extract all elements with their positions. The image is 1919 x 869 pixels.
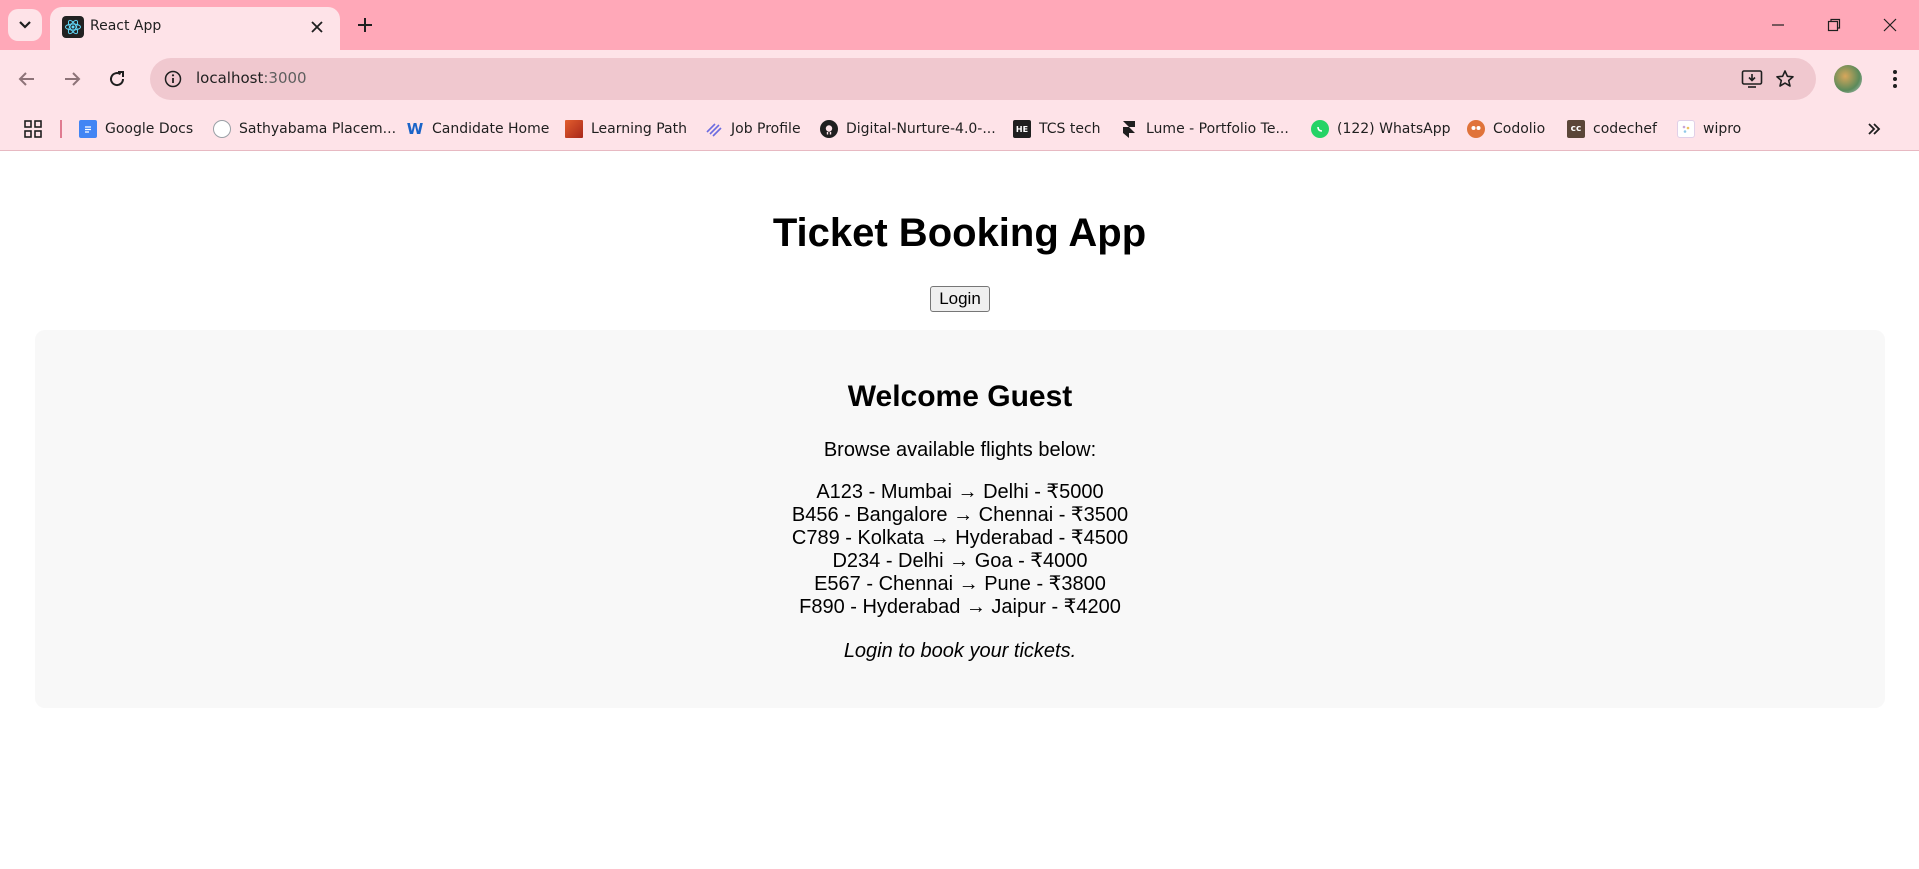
bookmark-codolio[interactable]: Codolio [1467,117,1545,141]
tab-search-button[interactable] [8,9,42,41]
bookmark-whatsapp[interactable]: (122) WhatsApp [1311,117,1451,141]
profile-avatar[interactable] [1834,65,1862,93]
bookmark-label: TCS tech [1039,121,1101,137]
chevron-down-icon [19,21,31,29]
bookmark-sathyabama[interactable]: Sathyabama Placem... [213,117,396,141]
chevron-double-right-icon [1868,123,1881,135]
tab-close-button[interactable] [306,16,328,38]
restore-icon [1827,18,1841,32]
github-icon [820,120,838,138]
bookmark-digital-nurture[interactable]: Digital-Nurture-4.0-... [820,117,996,141]
url-host: localhost [196,69,264,87]
hackerearth-icon: HE [1013,120,1031,138]
back-button[interactable] [10,62,44,96]
bookmark-label: Codolio [1493,121,1546,137]
browser-chrome: React App localhost:3000 Google Docs Sat… [0,0,1919,151]
close-window-button[interactable] [1870,10,1910,40]
flight-item: B456 - Bangalore → Chennai - ₹3500 [791,504,1129,526]
arrow-left-icon [18,72,34,86]
flight-item: F890 - Hyderabad → Jaipur - ₹4200 [799,596,1121,618]
bookmark-codechef[interactable]: cc codechef [1567,117,1657,141]
tab-strip: React App [0,0,1919,50]
codolio-icon [1467,120,1485,138]
login-note: Login to book your tickets. [843,640,1077,662]
reload-button[interactable] [100,62,134,96]
job-profile-icon [705,120,723,138]
flight-list: A123 - Mumbai → Delhi - ₹5000 B456 - Ban… [35,481,1885,619]
whatsapp-icon [1311,120,1329,138]
bookmark-tcs-tech[interactable]: HE TCS tech [1013,117,1101,141]
url-text: localhost:3000 [196,69,307,87]
workday-icon: W [406,120,424,138]
close-icon [311,21,323,33]
browser-menu-button[interactable] [1880,64,1910,94]
react-icon [62,16,84,38]
bookmark-candidate-home[interactable]: W Candidate Home [406,117,550,141]
new-tab-button[interactable] [352,12,378,38]
bookmark-job-profile[interactable]: Job Profile [705,117,801,141]
flight-item: C789 - Kolkata → Hyderabad - ₹4500 [791,527,1129,549]
more-bookmarks-button[interactable] [1862,118,1886,140]
close-icon [1883,18,1897,32]
bookmark-label: (122) WhatsApp [1337,121,1451,137]
bookmark-learning-path[interactable]: Learning Path [565,117,687,141]
more-vertical-icon [1893,70,1897,88]
page-title: Ticket Booking App [772,211,1147,255]
apps-grid-icon[interactable] [22,118,44,140]
tab-react-app[interactable]: React App [50,7,340,50]
login-button[interactable]: Login [930,286,990,312]
minimize-button[interactable] [1758,10,1798,40]
reload-icon [110,71,125,87]
url-port: :3000 [263,69,307,87]
bookmark-label: wipro [1703,121,1742,137]
learning-path-icon [565,120,583,138]
sathyabama-icon [213,120,231,138]
bookmark-label: Digital-Nurture-4.0-... [846,121,996,137]
wipro-icon [1677,120,1695,138]
plus-icon [358,18,372,32]
bookmark-label: Lume - Portfolio Te... [1146,121,1289,137]
tab-title: React App [90,18,162,34]
bookmark-star-icon[interactable] [1773,68,1797,90]
browse-text: Browse available flights below: [823,439,1097,461]
bookmark-label: Job Profile [731,121,801,137]
codechef-icon: cc [1567,120,1585,138]
flight-item: D234 - Delhi → Goa - ₹4000 [832,550,1088,572]
toolbar: localhost:3000 [0,50,1919,108]
bookmark-lume-portfolio[interactable]: Lume - Portfolio Te... [1120,117,1289,141]
flight-item: E567 - Chennai → Pune - ₹3800 [814,573,1106,595]
bookmarks-bar: Google Docs Sathyabama Placem... W Candi… [0,108,1919,150]
address-bar[interactable]: localhost:3000 [150,58,1816,100]
arrow-right-icon [65,72,81,86]
bookmark-label: Candidate Home [432,121,550,137]
restore-button[interactable] [1814,10,1854,40]
bookmark-label: codechef [1593,121,1657,137]
bookmark-label: Learning Path [591,121,687,137]
bookmark-label: Google Docs [105,121,194,137]
forward-button[interactable] [55,62,89,96]
google-docs-icon [79,120,97,138]
install-app-icon[interactable] [1740,68,1764,90]
flight-item: A123 - Mumbai → Delhi - ₹5000 [816,481,1104,503]
site-info-icon[interactable] [162,68,184,90]
bookmark-label: Sathyabama Placem... [239,121,397,137]
bookmarks-separator [60,120,62,138]
bookmark-wipro[interactable]: wipro [1677,117,1741,141]
page-viewport: Ticket Booking App Login Welcome Guest B… [0,151,1919,869]
bookmark-google-docs[interactable]: Google Docs [79,117,193,141]
framer-icon [1120,120,1138,138]
welcome-heading: Welcome Guest [847,380,1073,413]
guest-panel: Welcome Guest Browse available flights b… [35,330,1885,708]
minimize-icon [1772,24,1784,26]
